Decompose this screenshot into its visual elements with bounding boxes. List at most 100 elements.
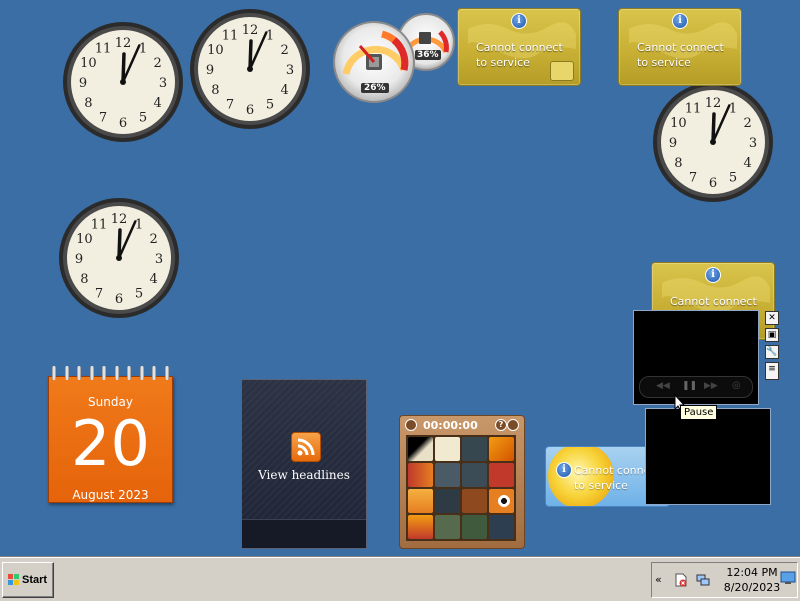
puzzle-tile[interactable] xyxy=(408,515,433,539)
clock-date[interactable]: 8/20/2023 xyxy=(718,580,786,595)
chip-icon xyxy=(550,61,574,81)
clock-numeral: 2 xyxy=(150,232,158,247)
puzzle-tile[interactable] xyxy=(489,489,514,513)
puzzle-tile[interactable] xyxy=(408,463,433,487)
clock-numeral: 10 xyxy=(207,43,224,58)
clock-numeral: 9 xyxy=(75,252,83,267)
analog-clock[interactable]: 1 2 3 4 5 6 7 8 9 10 11 12 xyxy=(188,7,312,131)
puzzle-tile[interactable] xyxy=(462,515,487,539)
puzzle-tile[interactable] xyxy=(408,489,433,513)
clock-numeral: 9 xyxy=(669,136,677,151)
info-icon: i xyxy=(705,267,721,283)
puzzle-tile[interactable] xyxy=(435,489,460,513)
calendar-month-year: August 2023 xyxy=(72,488,149,502)
clock-numeral: 4 xyxy=(744,156,752,171)
show-desktop-icon[interactable] xyxy=(780,571,796,585)
puzzle-tile[interactable] xyxy=(462,463,487,487)
message-line: Cannot connect xyxy=(476,41,563,54)
clock-time[interactable]: 12:04 PM xyxy=(722,565,782,580)
slideshow-gadget[interactable]: ◀◀ ❚❚ ▶▶ ◎ xyxy=(633,310,759,405)
close-icon[interactable]: ✕ xyxy=(765,311,779,325)
help-icon[interactable]: ? xyxy=(495,419,507,431)
calendar-page: Sunday 20 August 2023 xyxy=(48,376,173,503)
clock-numeral: 6 xyxy=(115,292,123,307)
analog-clock[interactable]: 1 2 3 4 5 6 7 8 9 10 11 12 xyxy=(57,196,181,320)
rss-icon xyxy=(291,432,321,462)
info-icon: i xyxy=(672,13,688,29)
clock-face: 1234567891011 12 xyxy=(63,22,183,142)
clock-numeral: 5 xyxy=(266,98,274,113)
slideshow-gadget[interactable] xyxy=(645,408,771,505)
taskbar: Start « 12:04 PM 8/20/2023 xyxy=(0,557,800,601)
options-icon[interactable]: 🔧 xyxy=(765,345,779,359)
clock-numeral: 3 xyxy=(286,63,294,78)
clock-numeral: 1 xyxy=(266,28,274,43)
clock-numeral: 12 xyxy=(111,212,128,227)
puzzle-tile[interactable] xyxy=(408,437,433,461)
start-label: Start xyxy=(22,574,48,586)
puzzle-tile[interactable] xyxy=(489,515,514,539)
puzzle-tile[interactable] xyxy=(489,463,514,487)
network-icon[interactable] xyxy=(696,573,710,587)
cpu-meter-gadget[interactable]: 26% 36% xyxy=(332,10,460,106)
clock-numeral: 8 xyxy=(80,272,88,287)
clock-numeral: 5 xyxy=(135,287,143,302)
calendar-gadget[interactable]: Sunday 20 August 2023 xyxy=(48,366,173,503)
clock-numeral: 7 xyxy=(226,98,234,113)
info-icon: i xyxy=(556,462,572,478)
clock-numeral: 2 xyxy=(744,116,752,131)
next-icon[interactable]: ▶▶ xyxy=(704,381,718,391)
clock-numeral: 8 xyxy=(211,83,219,98)
clock-numeral: 9 xyxy=(206,63,214,78)
size-icon[interactable]: ▣ xyxy=(765,328,779,342)
windows-logo-icon xyxy=(8,574,19,585)
start-button[interactable]: Start xyxy=(2,562,54,598)
feed-footer xyxy=(242,519,366,548)
clock-numeral: 8 xyxy=(84,96,92,111)
puzzle-tile[interactable] xyxy=(435,437,460,461)
info-icon: i xyxy=(511,13,527,29)
connection-error-message: Cannot connect xyxy=(670,294,770,309)
analog-clock[interactable]: 1 2 3 4 5 6 7 8 9 10 11 12 xyxy=(651,80,775,204)
clock-numeral: 6 xyxy=(246,103,254,118)
cpu-meter-gauges xyxy=(333,13,455,103)
puzzle-tile[interactable] xyxy=(462,489,487,513)
view-icon[interactable]: ◎ xyxy=(732,380,741,391)
pause-icon[interactable]: ❚❚ xyxy=(682,381,697,391)
back-icon[interactable] xyxy=(405,419,417,431)
clock-numeral: 8 xyxy=(674,156,682,171)
puzzle-timer: 00:00:00 xyxy=(423,419,478,432)
view-headlines-link[interactable]: View headlines xyxy=(242,468,366,482)
clock-numeral: 10 xyxy=(76,232,93,247)
message-line: Cannot connect xyxy=(670,295,757,308)
clock-numeral: 3 xyxy=(749,136,757,151)
puzzle-tile[interactable] xyxy=(489,437,514,461)
currency-gadget[interactable]: i Cannot connect to service xyxy=(618,8,742,86)
show-picture-icon[interactable] xyxy=(507,419,519,431)
show-hidden-icons-icon[interactable]: « xyxy=(655,573,662,586)
clock-numeral: 4 xyxy=(281,83,289,98)
action-center-icon[interactable] xyxy=(674,573,688,587)
clock-numeral: 11 xyxy=(685,101,702,116)
system-tray: « 12:04 PM 8/20/2023 xyxy=(651,562,798,598)
connection-error-message: Cannot connect to service xyxy=(637,40,737,70)
puzzle-grid xyxy=(406,435,516,541)
clock-numeral: 11 xyxy=(222,28,239,43)
calendar-binding-rings xyxy=(52,366,169,382)
puzzle-tile[interactable] xyxy=(435,515,460,539)
media-controls: ◀◀ ❚❚ ▶▶ ◎ xyxy=(639,376,753,398)
feed-headlines-gadget[interactable]: View headlines xyxy=(241,379,367,549)
clock-numeral: 1 xyxy=(729,101,737,116)
analog-clock[interactable]: 1 2 3 4 5 6 7 8 9 10 11 12 xyxy=(61,20,185,144)
puzzle-tile[interactable] xyxy=(462,437,487,461)
clock-numeral: 6 xyxy=(709,176,717,191)
previous-icon[interactable]: ◀◀ xyxy=(656,381,670,391)
drag-grip-icon[interactable]: ≡ xyxy=(765,362,779,380)
clock-numeral: 2 xyxy=(281,43,289,58)
puzzle-tile[interactable] xyxy=(435,463,460,487)
picture-puzzle-gadget[interactable]: 00:00:00 ? xyxy=(399,415,525,549)
clock-numeral: 5 xyxy=(139,111,147,126)
clock-numeral: 1 xyxy=(135,217,143,232)
clock-numeral: 2 xyxy=(154,56,162,71)
currency-gadget[interactable]: i Cannot connect to service xyxy=(457,8,581,86)
